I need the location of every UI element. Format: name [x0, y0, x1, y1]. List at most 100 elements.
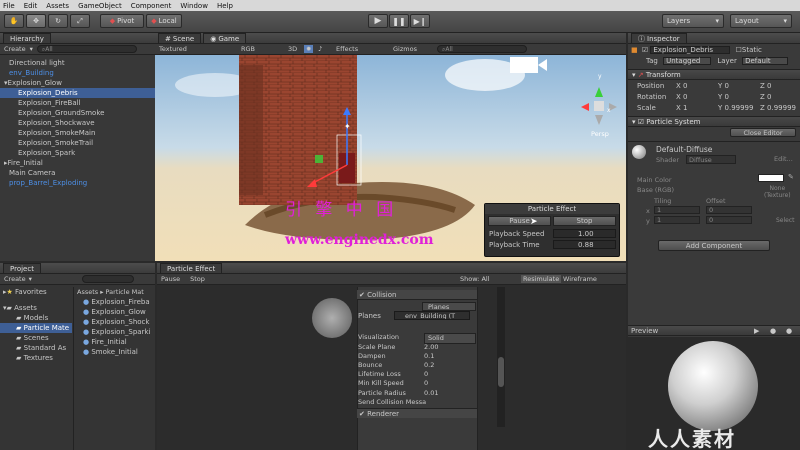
- render-mode-dropdown[interactable]: Textured: [159, 45, 187, 53]
- prop-value-field[interactable]: 0: [424, 379, 428, 388]
- gizmos-dropdown[interactable]: Gizmos: [393, 45, 417, 53]
- position-x[interactable]: X 0: [676, 81, 688, 91]
- layout-dropdown[interactable]: Layout ▾: [730, 14, 792, 28]
- persp-label[interactable]: Persp: [591, 130, 609, 138]
- tree-item[interactable]: ▰ Models: [0, 313, 72, 323]
- tag-dropdown[interactable]: Untagged: [663, 57, 712, 65]
- prop-value-field[interactable]: 0: [424, 370, 428, 379]
- list-item[interactable]: Directional light: [0, 58, 155, 68]
- prop-value-field[interactable]: 0.2: [424, 361, 434, 370]
- scrollbar-thumb[interactable]: [498, 357, 504, 387]
- layers-dropdown[interactable]: Layers ▾: [662, 14, 724, 28]
- tiling-y-field[interactable]: 1: [654, 216, 700, 224]
- tree-item[interactable]: ▰ Scenes: [0, 333, 72, 343]
- preview-header[interactable]: Preview ▶ ● ●: [628, 325, 800, 336]
- offset-y-field[interactable]: 0: [706, 216, 752, 224]
- close-editor-button[interactable]: Close Editor: [730, 128, 796, 137]
- add-component-button[interactable]: Add Component: [658, 240, 770, 251]
- rgb-dropdown[interactable]: RGB: [241, 45, 255, 53]
- tab-project[interactable]: Project: [3, 263, 41, 273]
- rotation-z[interactable]: Z 0: [760, 92, 772, 102]
- list-item[interactable]: Main Camera: [0, 168, 155, 178]
- file-item[interactable]: ● Explosion_Glow: [74, 307, 155, 317]
- mode-3d-toggle[interactable]: 3D: [288, 45, 297, 53]
- scene-viewport[interactable]: ✦ x y Persp 引 擎 中 国 www.enginedx.com Par…: [155, 55, 626, 261]
- transform-header[interactable]: ▾ ↗ Transform: [628, 69, 800, 80]
- dot-icon[interactable]: ●: [786, 326, 792, 336]
- create-dropdown[interactable]: Create: [4, 275, 26, 283]
- scale-y[interactable]: Y 0.99999: [718, 103, 753, 113]
- pause-button[interactable]: ❚❚: [389, 14, 409, 28]
- play-button[interactable]: ▶: [368, 14, 388, 28]
- assets-root[interactable]: ▾▰ Assets: [0, 303, 72, 313]
- file-item[interactable]: ● Explosion_Shock: [74, 317, 155, 327]
- list-item[interactable]: env_Building: [0, 68, 155, 78]
- effects-dropdown[interactable]: Effects: [336, 45, 358, 53]
- file-item[interactable]: ● Explosion_Sparki: [74, 327, 155, 337]
- move-tool-button[interactable]: ✥: [26, 14, 46, 28]
- wireframe-toggle[interactable]: Wireframe: [563, 275, 597, 283]
- prop-value-field[interactable]: 0.01: [424, 389, 438, 398]
- overlay-pause-button[interactable]: Pause: [488, 216, 551, 226]
- object-name-field[interactable]: Explosion_Debris: [650, 46, 731, 54]
- list-item[interactable]: Explosion_FireBall: [0, 98, 155, 108]
- prop-value-field[interactable]: 0.1: [424, 352, 434, 361]
- tab-game[interactable]: ◉ Game: [203, 33, 247, 43]
- particle-system-header[interactable]: ▾ ☑ Particle System: [628, 116, 800, 127]
- list-item[interactable]: Explosion_GroundSmoke: [0, 108, 155, 118]
- offset-x-field[interactable]: 0: [706, 206, 752, 214]
- playback-time-field[interactable]: 0.88: [553, 240, 616, 249]
- position-y[interactable]: Y 0: [718, 81, 729, 91]
- step-button[interactable]: ▶❙: [410, 14, 430, 28]
- list-item[interactable]: Explosion_Shockwave: [0, 118, 155, 128]
- file-item[interactable]: ● Smoke_Initial: [74, 347, 155, 357]
- create-dropdown[interactable]: Create: [4, 45, 26, 53]
- list-item[interactable]: Explosion_SmokeMain: [0, 128, 155, 138]
- tree-item[interactable]: ▰ Textures: [0, 353, 72, 363]
- tiling-x-field[interactable]: 1: [654, 206, 700, 214]
- menu-gameobject[interactable]: GameObject: [78, 2, 122, 10]
- collision-header[interactable]: ✔ Collision: [357, 290, 477, 300]
- tab-scene[interactable]: # Scene: [158, 33, 202, 43]
- scale-x[interactable]: X 1: [676, 103, 688, 113]
- menu-component[interactable]: Component: [131, 2, 172, 10]
- menu-file[interactable]: File: [3, 2, 15, 10]
- stop-button[interactable]: Stop: [190, 275, 205, 283]
- pivot-toggle[interactable]: ◆ Pivot: [100, 14, 144, 28]
- tree-item-selected[interactable]: ▰ Particle Mate: [0, 323, 72, 333]
- list-item[interactable]: prop_Barrel_Exploding: [0, 178, 155, 188]
- file-item[interactable]: ● Fire_Initial: [74, 337, 155, 347]
- play-icon[interactable]: ▶: [754, 326, 759, 336]
- active-checkbox[interactable]: ☑: [642, 46, 648, 54]
- project-search-input[interactable]: [81, 275, 134, 283]
- hand-tool-button[interactable]: ✋: [4, 14, 24, 28]
- rotate-tool-button[interactable]: ↻: [48, 14, 68, 28]
- playback-speed-field[interactable]: 1.00: [553, 229, 616, 238]
- position-z[interactable]: Z 0: [760, 81, 772, 91]
- renderer-header[interactable]: ✔ Renderer: [357, 408, 477, 418]
- tab-particle-effect[interactable]: Particle Effect: [160, 263, 223, 273]
- rotation-y[interactable]: Y 0: [718, 92, 729, 102]
- texture-slot[interactable]: None (Texture): [764, 185, 791, 199]
- hierarchy-search-input[interactable]: ⌕All: [36, 45, 137, 53]
- list-item[interactable]: ▸Fire_Initial: [0, 158, 155, 168]
- favorites-item[interactable]: ▸★ Favorites: [0, 287, 72, 297]
- scene-search-input[interactable]: ⌕All: [437, 45, 527, 53]
- menu-assets[interactable]: Assets: [46, 2, 69, 10]
- show-all-dropdown[interactable]: Show: All: [460, 275, 490, 283]
- list-item[interactable]: Explosion_SmokeTrail: [0, 138, 155, 148]
- scale-tool-button[interactable]: ⤢: [70, 14, 90, 28]
- list-item[interactable]: Explosion_Spark: [0, 148, 155, 158]
- eyedropper-icon[interactable]: ✎: [788, 173, 794, 181]
- select-button[interactable]: Select: [776, 217, 795, 224]
- tree-item[interactable]: ▰ Standard As: [0, 343, 72, 353]
- main-color-swatch[interactable]: [758, 174, 784, 182]
- overlay-stop-button[interactable]: Stop: [553, 216, 616, 226]
- lighting-toggle[interactable]: ✹: [304, 45, 314, 53]
- resimulate-toggle[interactable]: Resimulate: [521, 275, 562, 283]
- list-item-selected[interactable]: Explosion_Debris: [0, 88, 155, 98]
- list-item[interactable]: ▾Explosion_Glow: [0, 78, 155, 88]
- menu-help[interactable]: Help: [217, 2, 233, 10]
- audio-toggle[interactable]: ♪: [318, 45, 322, 53]
- collision-type-dropdown[interactable]: Planes: [422, 302, 476, 311]
